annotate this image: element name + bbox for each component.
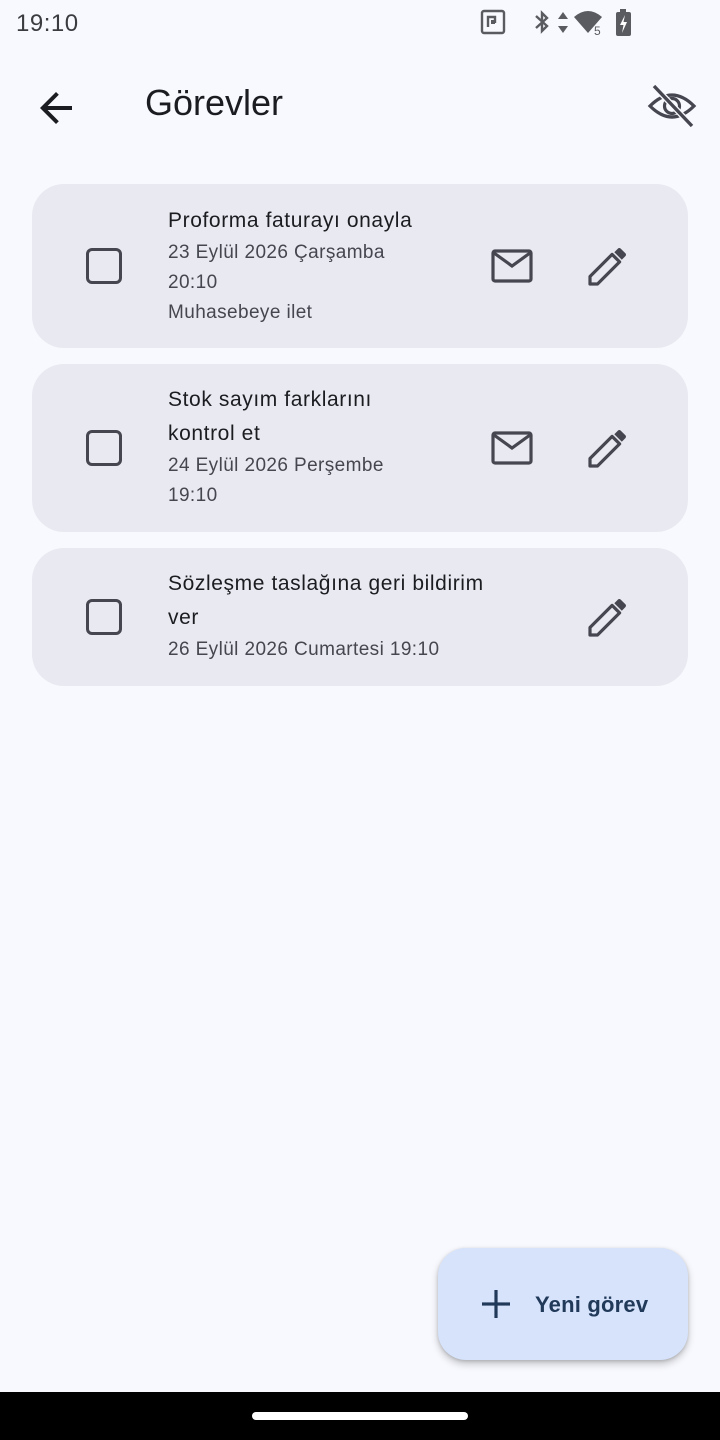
- data-arrows-icon: [558, 12, 568, 33]
- nfc-icon: [480, 9, 506, 35]
- task-time: 20:10: [168, 272, 218, 293]
- checkbox-box: [86, 430, 122, 466]
- task-date-time: 26 Eylül 2026 Cumartesi 19:10: [168, 639, 440, 660]
- app-bar: Görevler: [0, 56, 720, 152]
- status-bar: 19:10 5: [0, 0, 720, 48]
- battery-charging-icon: [616, 9, 631, 36]
- edit-button[interactable]: [584, 242, 632, 290]
- task-checkbox[interactable]: [86, 430, 122, 466]
- home-indicator[interactable]: [252, 1412, 468, 1420]
- back-button[interactable]: [32, 84, 80, 132]
- task-time: 19:10: [168, 485, 218, 506]
- edit-icon: [588, 599, 626, 637]
- mail-button[interactable]: [488, 424, 536, 472]
- task-card[interactable]: Stok sayım farklarını kontrol et 24 Eylü…: [32, 364, 688, 532]
- task-date: 23 Eylül 2026 Çarşamba: [168, 242, 385, 263]
- task-title-line: ver: [168, 606, 199, 629]
- mail-icon: [491, 249, 533, 283]
- page-title: Görevler: [145, 82, 284, 123]
- task-title-line: Stok sayım farklarını: [168, 388, 372, 411]
- new-task-button[interactable]: Yeni görev: [438, 1248, 688, 1360]
- task-text: Proforma faturayı onayla 23 Eylül 2026 Ç…: [168, 204, 468, 328]
- task-checkbox[interactable]: [86, 599, 122, 635]
- bluetooth-icon: [535, 10, 549, 34]
- checkbox-box: [86, 248, 122, 284]
- task-note: Muhasebeye ilet: [168, 302, 313, 323]
- task-card[interactable]: Sözleşme taslağına geri bildirim ver 26 …: [32, 548, 688, 686]
- mail-button[interactable]: [488, 242, 536, 290]
- task-text: Stok sayım farklarını kontrol et 24 Eylü…: [168, 383, 468, 511]
- edit-button[interactable]: [584, 424, 632, 472]
- checkbox-box: [86, 599, 122, 635]
- task-checkbox[interactable]: [86, 248, 122, 284]
- task-title: Proforma faturayı onayla: [168, 209, 413, 232]
- svg-text:5: 5: [594, 24, 601, 37]
- task-title-line: Sözleşme taslağına geri bildirim: [168, 572, 484, 595]
- task-card[interactable]: Proforma faturayı onayla 23 Eylül 2026 Ç…: [32, 184, 688, 348]
- task-list: Proforma faturayı onayla 23 Eylül 2026 Ç…: [32, 184, 688, 702]
- wifi-icon: 5: [574, 11, 602, 37]
- add-icon: [482, 1290, 510, 1318]
- visibility-off-icon: [647, 83, 697, 129]
- edit-button[interactable]: [584, 593, 632, 641]
- task-text: Sözleşme taslağına geri bildirim ver 26 …: [168, 567, 528, 665]
- edit-icon: [588, 248, 626, 286]
- task-date: 24 Eylül 2026 Perşembe: [168, 455, 384, 476]
- system-nav-bar: [0, 1392, 720, 1440]
- new-task-label: Yeni görev: [535, 1292, 649, 1317]
- toggle-visibility-button[interactable]: [646, 80, 698, 132]
- edit-icon: [588, 430, 626, 468]
- status-time: 19:10: [16, 10, 79, 37]
- task-title-line: kontrol et: [168, 422, 261, 445]
- arrow-back-icon: [40, 92, 72, 124]
- mail-icon: [491, 431, 533, 465]
